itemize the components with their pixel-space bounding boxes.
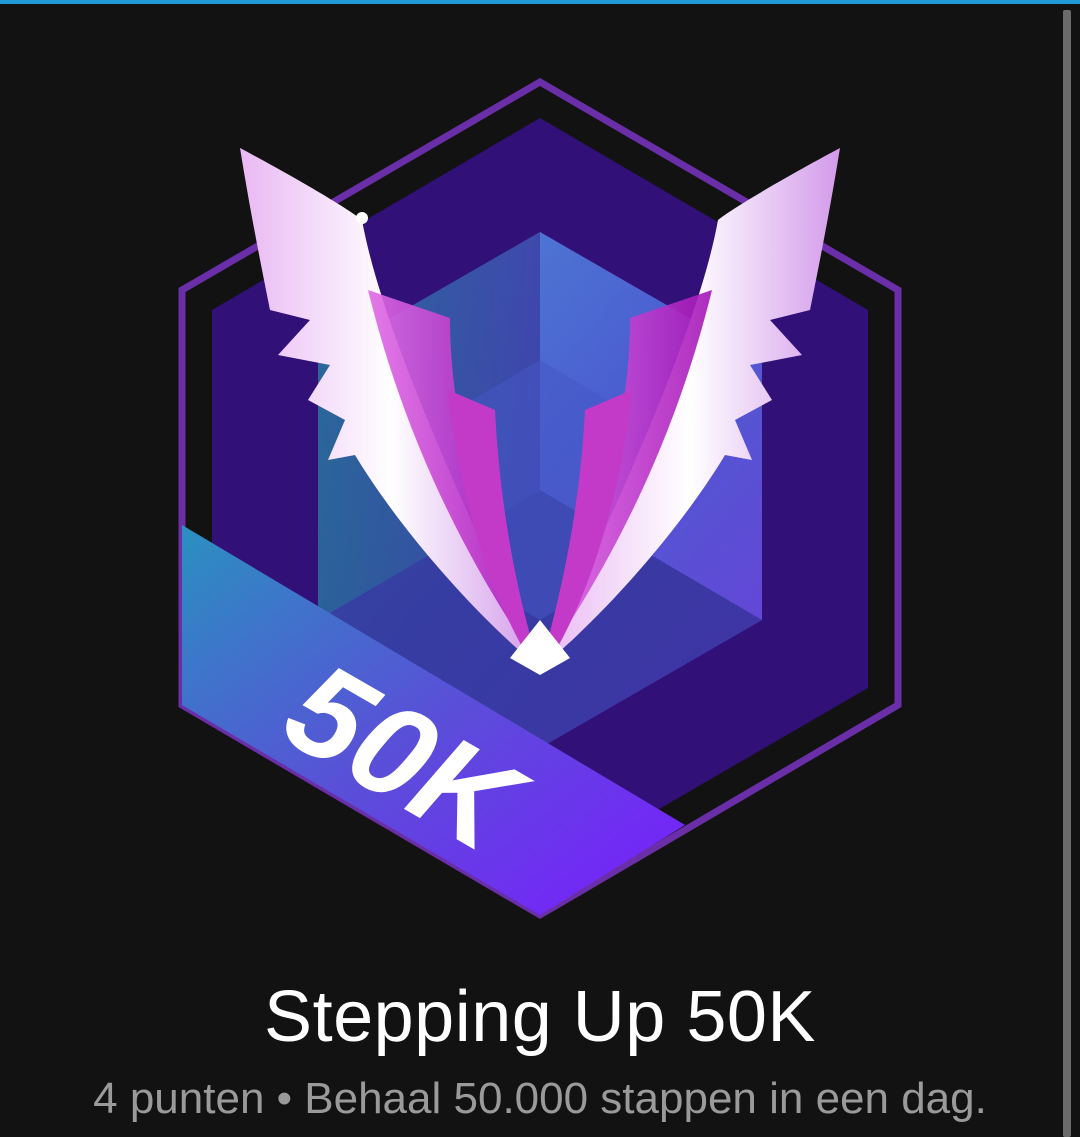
scrollbar[interactable] <box>1063 10 1071 1137</box>
achievement-detail-screen: 50K Stepping Up 50K 4 punten • Behaal 50… <box>0 0 1080 1137</box>
top-accent-bar <box>0 0 1080 4</box>
badge-title: Stepping Up 50K <box>264 977 816 1057</box>
winged-hexagon-badge-icon: 50K <box>150 60 930 940</box>
badge-description: 4 punten • Behaal 50.000 stappen in een … <box>93 1074 987 1123</box>
